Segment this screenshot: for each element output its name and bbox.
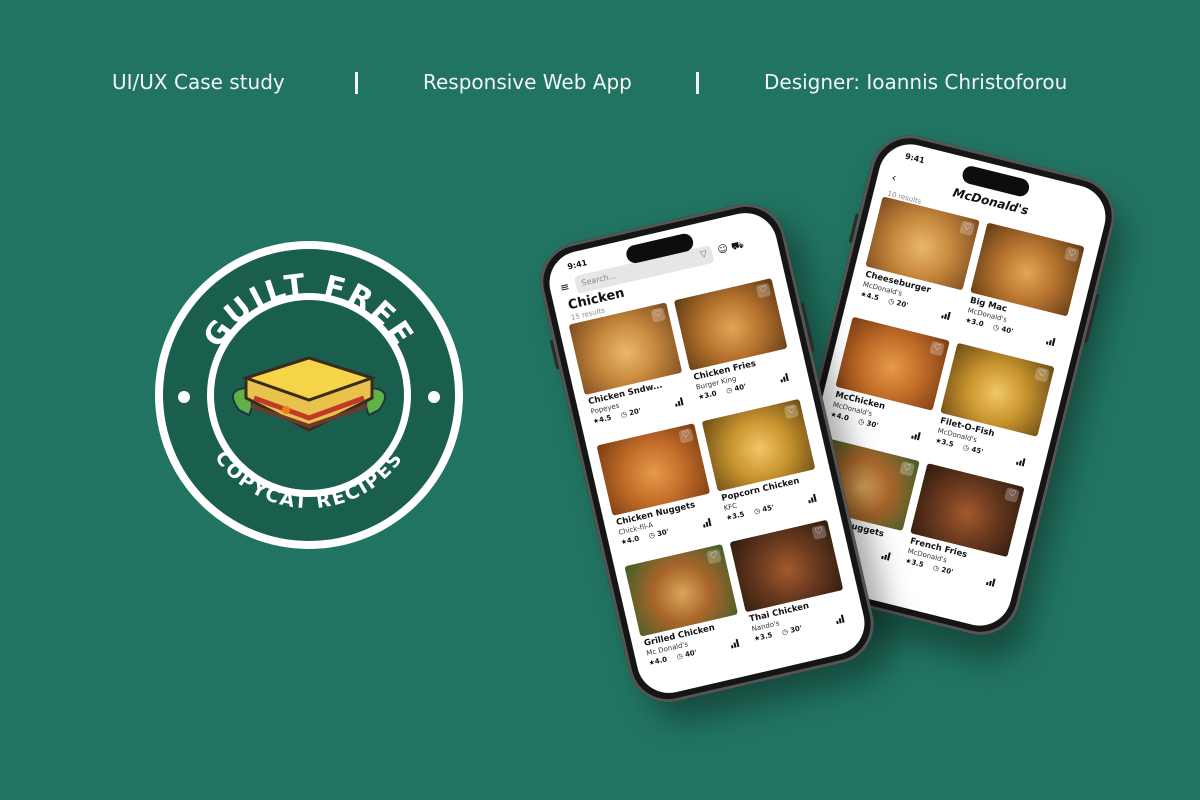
time-value: ◷ 20' (887, 296, 910, 310)
status-time: 9:41 (904, 151, 926, 166)
recipe-card[interactable]: ♡ Chicken Fries Burger King ★3.0◷ 40' (673, 278, 798, 417)
time-value: ◷ 20' (620, 406, 642, 420)
time-value: ◷ 40' (675, 648, 698, 661)
time-value: ◷ 45' (962, 443, 984, 457)
recipe-card[interactable]: ♡ Chicken Nuggets Chick-fil-A ★4.0◷ 30' (596, 423, 721, 562)
rating-value: ★4.0 (620, 534, 641, 547)
rating-value: ★3.5 (753, 631, 774, 644)
time-value: ◷ 40' (725, 382, 748, 395)
difficulty-icon (941, 310, 953, 320)
difficulty-icon (881, 551, 893, 561)
difficulty-icon (985, 577, 998, 587)
difficulty-icon (730, 638, 742, 649)
difficulty-icon (807, 493, 819, 504)
header-divider (355, 72, 358, 94)
difficulty-icon (702, 518, 714, 528)
difficulty-icon (835, 614, 847, 625)
recipe-card[interactable]: ♡ Popcorn Chicken KFC ★3.5◷ 45' (701, 398, 826, 538)
header-web-app: Responsive Web App (423, 70, 632, 94)
time-value: ◷ 20' (932, 563, 954, 577)
menu-icon[interactable]: ≡ (559, 280, 571, 295)
time-value: ◷ 30' (648, 527, 670, 541)
difficulty-icon (779, 372, 791, 383)
difficulty-icon (1045, 336, 1058, 347)
header-divider (696, 72, 699, 94)
difficulty-icon (1015, 457, 1028, 467)
time-value: ◷ 30' (781, 624, 803, 637)
recipe-card[interactable]: ♡ Filet-O-Fish McDonald's ★3.5◷ 45' (929, 342, 1055, 484)
time-value: ◷ 40' (992, 323, 1014, 336)
time-value: ◷ 45' (753, 503, 775, 516)
recipe-card[interactable]: ♡ Thai Chicken Nando's ★3.5◷ 30' (729, 519, 854, 659)
difficulty-icon (674, 397, 686, 407)
rating-value: ★4.5 (592, 413, 613, 426)
header-bar: UI/UX Case study Responsive Web App Desi… (0, 70, 1200, 100)
recipe-card[interactable]: ♡ Grilled Chicken Mc Donald's ★4.0◷ 40' (624, 543, 748, 683)
recipe-card[interactable]: ♡ Chicken Sndw... Popeyes ★4.5◷ 20' (568, 302, 693, 441)
rating-value: ★4.0 (647, 655, 668, 668)
header-designer: Designer: Ioannis Christoforou (764, 70, 1068, 94)
search-placeholder: Search... (580, 271, 617, 288)
user-icon[interactable]: ☺ (717, 243, 730, 256)
status-time: 9:41 (566, 258, 589, 272)
time-value: ◷ 30' (857, 417, 880, 430)
rating-value: ★3.0 (697, 389, 718, 402)
recipe-card[interactable]: ♡ French Fries McDonald's ★3.5◷ 20' (899, 463, 1025, 604)
phone-chicken: 9:41 ≡ Search... ▽ ☺ ⛟ Chicken 15 result… (532, 195, 882, 711)
recipe-card[interactable]: ♡ Cheeseburger McDonald's ★4.5◷ 20' (854, 196, 980, 337)
recipe-card[interactable]: ♡ Big Mac McDonald's ★3.0◷ 40' (959, 222, 1085, 363)
header-case-study: UI/UX Case study (112, 70, 285, 94)
phone-screen: 9:41 ≡ Search... ▽ ☺ ⛟ Chicken 15 result… (543, 206, 871, 700)
filter-icon[interactable]: ▽ (699, 249, 708, 260)
rating-value: ★3.5 (725, 510, 746, 523)
recipe-card[interactable]: ♡ McChicken McDonald's ★4.0◷ 30' (824, 316, 950, 458)
guilt-free-logo: GUILT FREE COPYCAT RECIPES (154, 240, 464, 550)
cart-icon[interactable]: ⛟ (730, 240, 745, 255)
difficulty-icon (911, 431, 923, 441)
